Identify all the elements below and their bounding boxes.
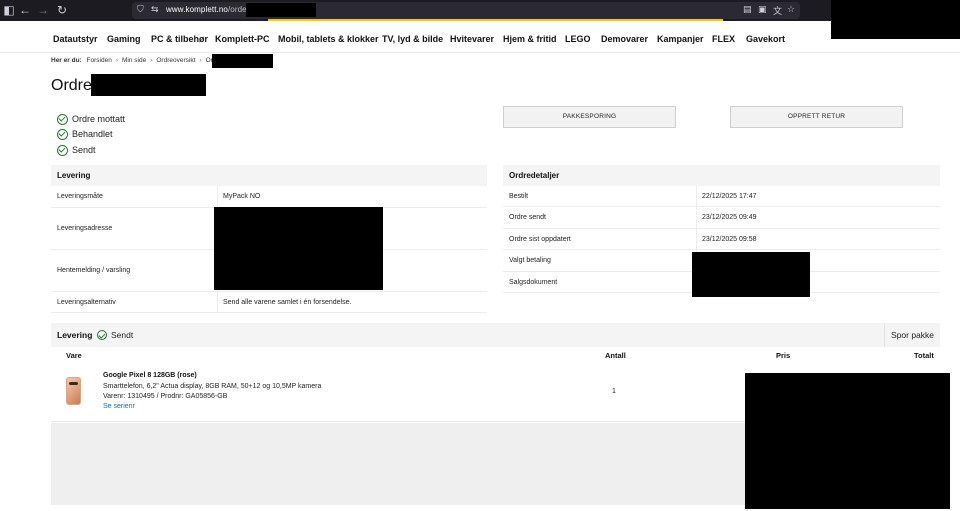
browser-toolbar: ◧ ← → ↻ ⛉ ⇆ www.komplett.no/orders/ ▤ ▣ … — [0, 0, 960, 21]
phone-product-image[interactable] — [66, 377, 81, 405]
product-name[interactable]: Google Pixel 8 128GB (rose) — [103, 372, 197, 379]
product-numbers: Varenr: 1310495 / Prodnr: GA05856-GB — [103, 393, 228, 400]
check-circle-icon — [57, 113, 68, 125]
nav-komplett-pc[interactable]: Komplett-PC — [215, 34, 270, 44]
reload-icon[interactable]: ↻ — [55, 3, 69, 17]
table-row: Ordre sist oppdatert 23/12/2025 09:58 — [503, 229, 940, 250]
chevron-right-icon: › — [199, 57, 202, 64]
check-circle-icon — [57, 128, 68, 140]
table-row: Leveringsmåte MyPack NO — [51, 186, 487, 208]
product-description: Smarttelefon, 6,2" Actua display, 8GB RA… — [103, 383, 322, 390]
nav-flex[interactable]: FLEX — [712, 34, 735, 44]
nav-lego[interactable]: LEGO — [565, 34, 591, 44]
order-number-redaction — [91, 74, 206, 96]
status-step: Ordre mottatt — [57, 113, 125, 125]
sidebar-toggle-icon[interactable]: ◧ — [2, 3, 16, 17]
url-redaction — [246, 3, 316, 17]
status-label: Behandlet — [72, 129, 113, 139]
shipment-title: Levering — [57, 330, 93, 340]
row-label: Leveringsmåte — [57, 193, 103, 200]
payment-redaction — [692, 252, 810, 297]
row-label: Hentemelding / varsling — [57, 267, 131, 274]
permissions-icon[interactable]: ⇆ — [151, 4, 159, 15]
shield-icon[interactable]: ⛉ — [137, 4, 144, 15]
column-header-price: Pris — [776, 351, 791, 360]
reader-view-icon[interactable]: ▤ — [743, 4, 752, 15]
status-label: Sendt — [72, 145, 96, 155]
row-value: 23/12/2025 09:58 — [702, 235, 757, 243]
nav-kampanjer[interactable]: Kampanjer — [657, 34, 704, 44]
row-value: Send alle varene samlet i én forsendelse… — [223, 298, 352, 306]
translate-icon[interactable]: 文 — [773, 4, 782, 17]
breadcrumb-min-side[interactable]: Min side — [122, 57, 146, 64]
table-row: Bestilt 22/12/2025 17:47 — [503, 186, 940, 207]
table-row: Ordre sendt 23/12/2025 09:49 — [503, 207, 940, 229]
nav-datautstyr[interactable]: Datautstyr — [53, 34, 98, 44]
track-package-button[interactable]: Spor pakke — [884, 323, 940, 347]
column-header-item: Vare — [66, 351, 82, 360]
row-label: Ordre sist oppdatert — [509, 235, 571, 243]
url-text: www.komplett.no/orders/ — [166, 5, 256, 14]
bookmark-star-icon[interactable]: ☆ — [787, 4, 795, 15]
page-title: Ordre — [51, 77, 92, 94]
column-header-total: Totalt — [914, 351, 934, 360]
product-quantity: 1 — [612, 388, 616, 395]
price-redaction — [745, 373, 950, 509]
nav-mobil-tablets[interactable]: Mobil, tablets & klokker — [278, 34, 379, 44]
status-label: Ordre mottatt — [72, 114, 126, 124]
check-circle-icon — [57, 144, 68, 156]
nav-hjem-fritid[interactable]: Hjem & fritid — [503, 34, 557, 44]
column-header-quantity: Antall — [605, 351, 626, 360]
serial-number-link[interactable]: Se serienr — [103, 403, 135, 410]
row-label: Ordre sendt — [509, 214, 546, 221]
row-label: Leveringsadresse — [57, 225, 113, 232]
back-icon[interactable]: ← — [18, 3, 32, 17]
row-label: Salgsdokument — [509, 278, 558, 286]
nav-tv-lyd-bilde[interactable]: TV, lyd & bilde — [382, 34, 443, 44]
row-value: MyPack NO — [223, 193, 261, 200]
status-step: Behandlet — [57, 128, 113, 140]
breadcrumb: Her er du: Forsiden › Min side › Ordreoversi… — [51, 57, 222, 64]
row-label: Bestilt — [509, 192, 529, 200]
row-value: 22/12/2025 17:47 — [702, 192, 757, 200]
row-label: Leveringsalternativ — [57, 298, 116, 306]
breadcrumb-redaction — [212, 54, 273, 68]
row-label: Valgt betaling — [509, 257, 551, 264]
nav-gavekort[interactable]: Gavekort — [746, 34, 785, 44]
address-redaction — [214, 207, 383, 290]
nav-pc-tilbehor[interactable]: PC & tilbehør — [151, 34, 208, 44]
breadcrumb-label: Her er du: — [51, 57, 82, 64]
shipment-header: Levering Sendt Spor pakke — [51, 323, 940, 347]
screenshot-icon[interactable]: ▣ — [758, 4, 767, 15]
shipment-state: Sendt — [111, 330, 134, 340]
delivery-panel-title: Levering — [51, 165, 487, 186]
nav-gaming[interactable]: Gaming — [107, 34, 141, 44]
breadcrumb-ordreoversikt[interactable]: Ordreoversikt — [156, 57, 195, 64]
table-row: Leveringsalternativ Send alle varene sam… — [51, 292, 487, 313]
row-value: 23/12/2025 09:49 — [702, 214, 757, 221]
forward-icon[interactable]: → — [36, 3, 50, 17]
nav-demovarer[interactable]: Demovarer — [601, 34, 648, 44]
chevron-right-icon: › — [115, 57, 118, 64]
check-circle-icon — [97, 330, 107, 340]
tracking-button[interactable]: PAKKESPORING — [503, 106, 676, 128]
address-bar[interactable]: ⛉ ⇆ www.komplett.no/orders/ ▤ ▣ 文 ☆ — [132, 2, 800, 19]
status-step: Sendt — [57, 144, 96, 156]
breadcrumb-forsiden[interactable]: Forsiden — [87, 57, 112, 64]
chevron-right-icon: › — [150, 57, 153, 64]
nav-hvitevarer[interactable]: Hvitevarer — [450, 34, 494, 44]
main-navigation: Datautstyr Gaming PC & tilbehør Komplett… — [0, 21, 960, 53]
create-return-button[interactable]: OPPRETT RETUR — [730, 106, 903, 128]
order-panel-title: Ordredetaljer — [503, 165, 940, 186]
